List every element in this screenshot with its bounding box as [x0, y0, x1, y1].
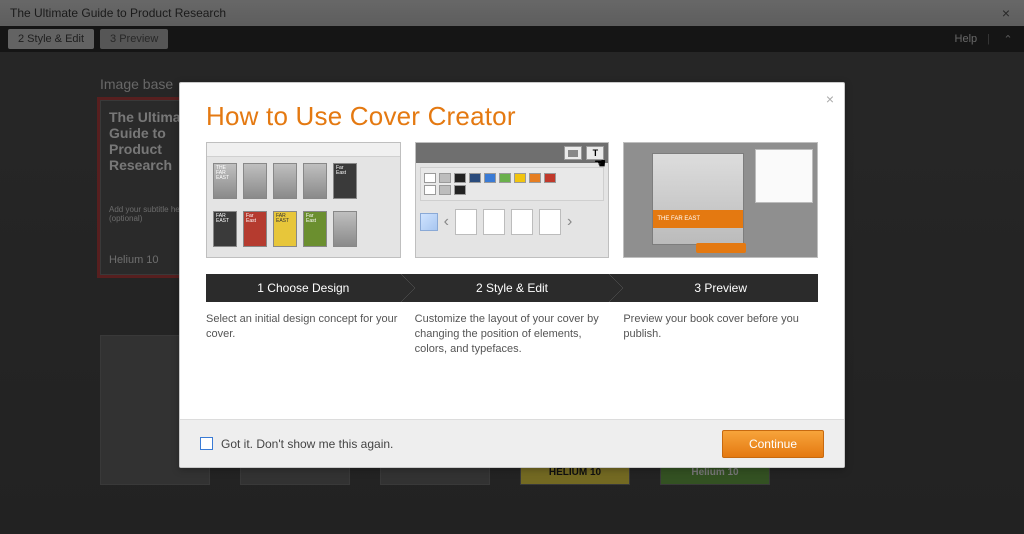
- mini-cover-label: Far East: [334, 164, 356, 178]
- step-descriptions: Select an initial design concept for you…: [206, 312, 818, 357]
- ribbon-step-2: 2 Style & Edit: [401, 274, 610, 302]
- tutorial-shot-choose-design: THE FAR EAST Far East FAR EAST Far East …: [206, 142, 401, 258]
- mini-cover-label: THE FAR EAST: [214, 164, 236, 183]
- mini-cover-label: FAR EAST: [214, 212, 236, 226]
- modal-footer: Got it. Don't show me this again. Contin…: [180, 419, 844, 467]
- ribbon-step-1: 1 Choose Design: [206, 274, 401, 302]
- dont-show-label[interactable]: Got it. Don't show me this again.: [221, 437, 393, 451]
- cube-icon: [420, 213, 438, 231]
- tutorial-triptych: THE FAR EAST Far East FAR EAST Far East …: [206, 142, 818, 258]
- mini-preview-button: [696, 243, 746, 253]
- step-desc-1: Select an initial design concept for you…: [206, 312, 401, 357]
- step-ribbon: 1 Choose Design 2 Style & Edit 3 Preview: [206, 274, 818, 302]
- chevron-right-icon: ›: [567, 213, 572, 231]
- modal-title: How to Use Cover Creator: [180, 83, 844, 142]
- dont-show-checkbox[interactable]: [200, 437, 213, 450]
- chevron-left-icon: ‹: [444, 213, 449, 231]
- tutorial-shot-style-edit: T ☚ ‹ ›: [415, 142, 610, 258]
- mini-cover-label: Far East: [244, 212, 266, 226]
- tutorial-shot-preview: THE FAR EAST: [623, 142, 818, 258]
- image-tool-icon: [564, 146, 582, 160]
- ribbon-step-3: 3 Preview: [609, 274, 818, 302]
- text-tool-icon: T: [586, 146, 604, 160]
- modal-close-icon[interactable]: ×: [826, 91, 834, 107]
- mini-cover-label: Far East: [304, 212, 326, 226]
- tutorial-modal: × How to Use Cover Creator THE FAR EAST …: [179, 82, 845, 468]
- step-desc-3: Preview your book cover before you publi…: [623, 312, 818, 357]
- step-desc-2: Customize the layout of your cover by ch…: [415, 312, 610, 357]
- mini-cover-label: FAR EAST: [274, 212, 296, 226]
- continue-button[interactable]: Continue: [722, 430, 824, 458]
- mini-cover-band: THE FAR EAST: [653, 210, 743, 228]
